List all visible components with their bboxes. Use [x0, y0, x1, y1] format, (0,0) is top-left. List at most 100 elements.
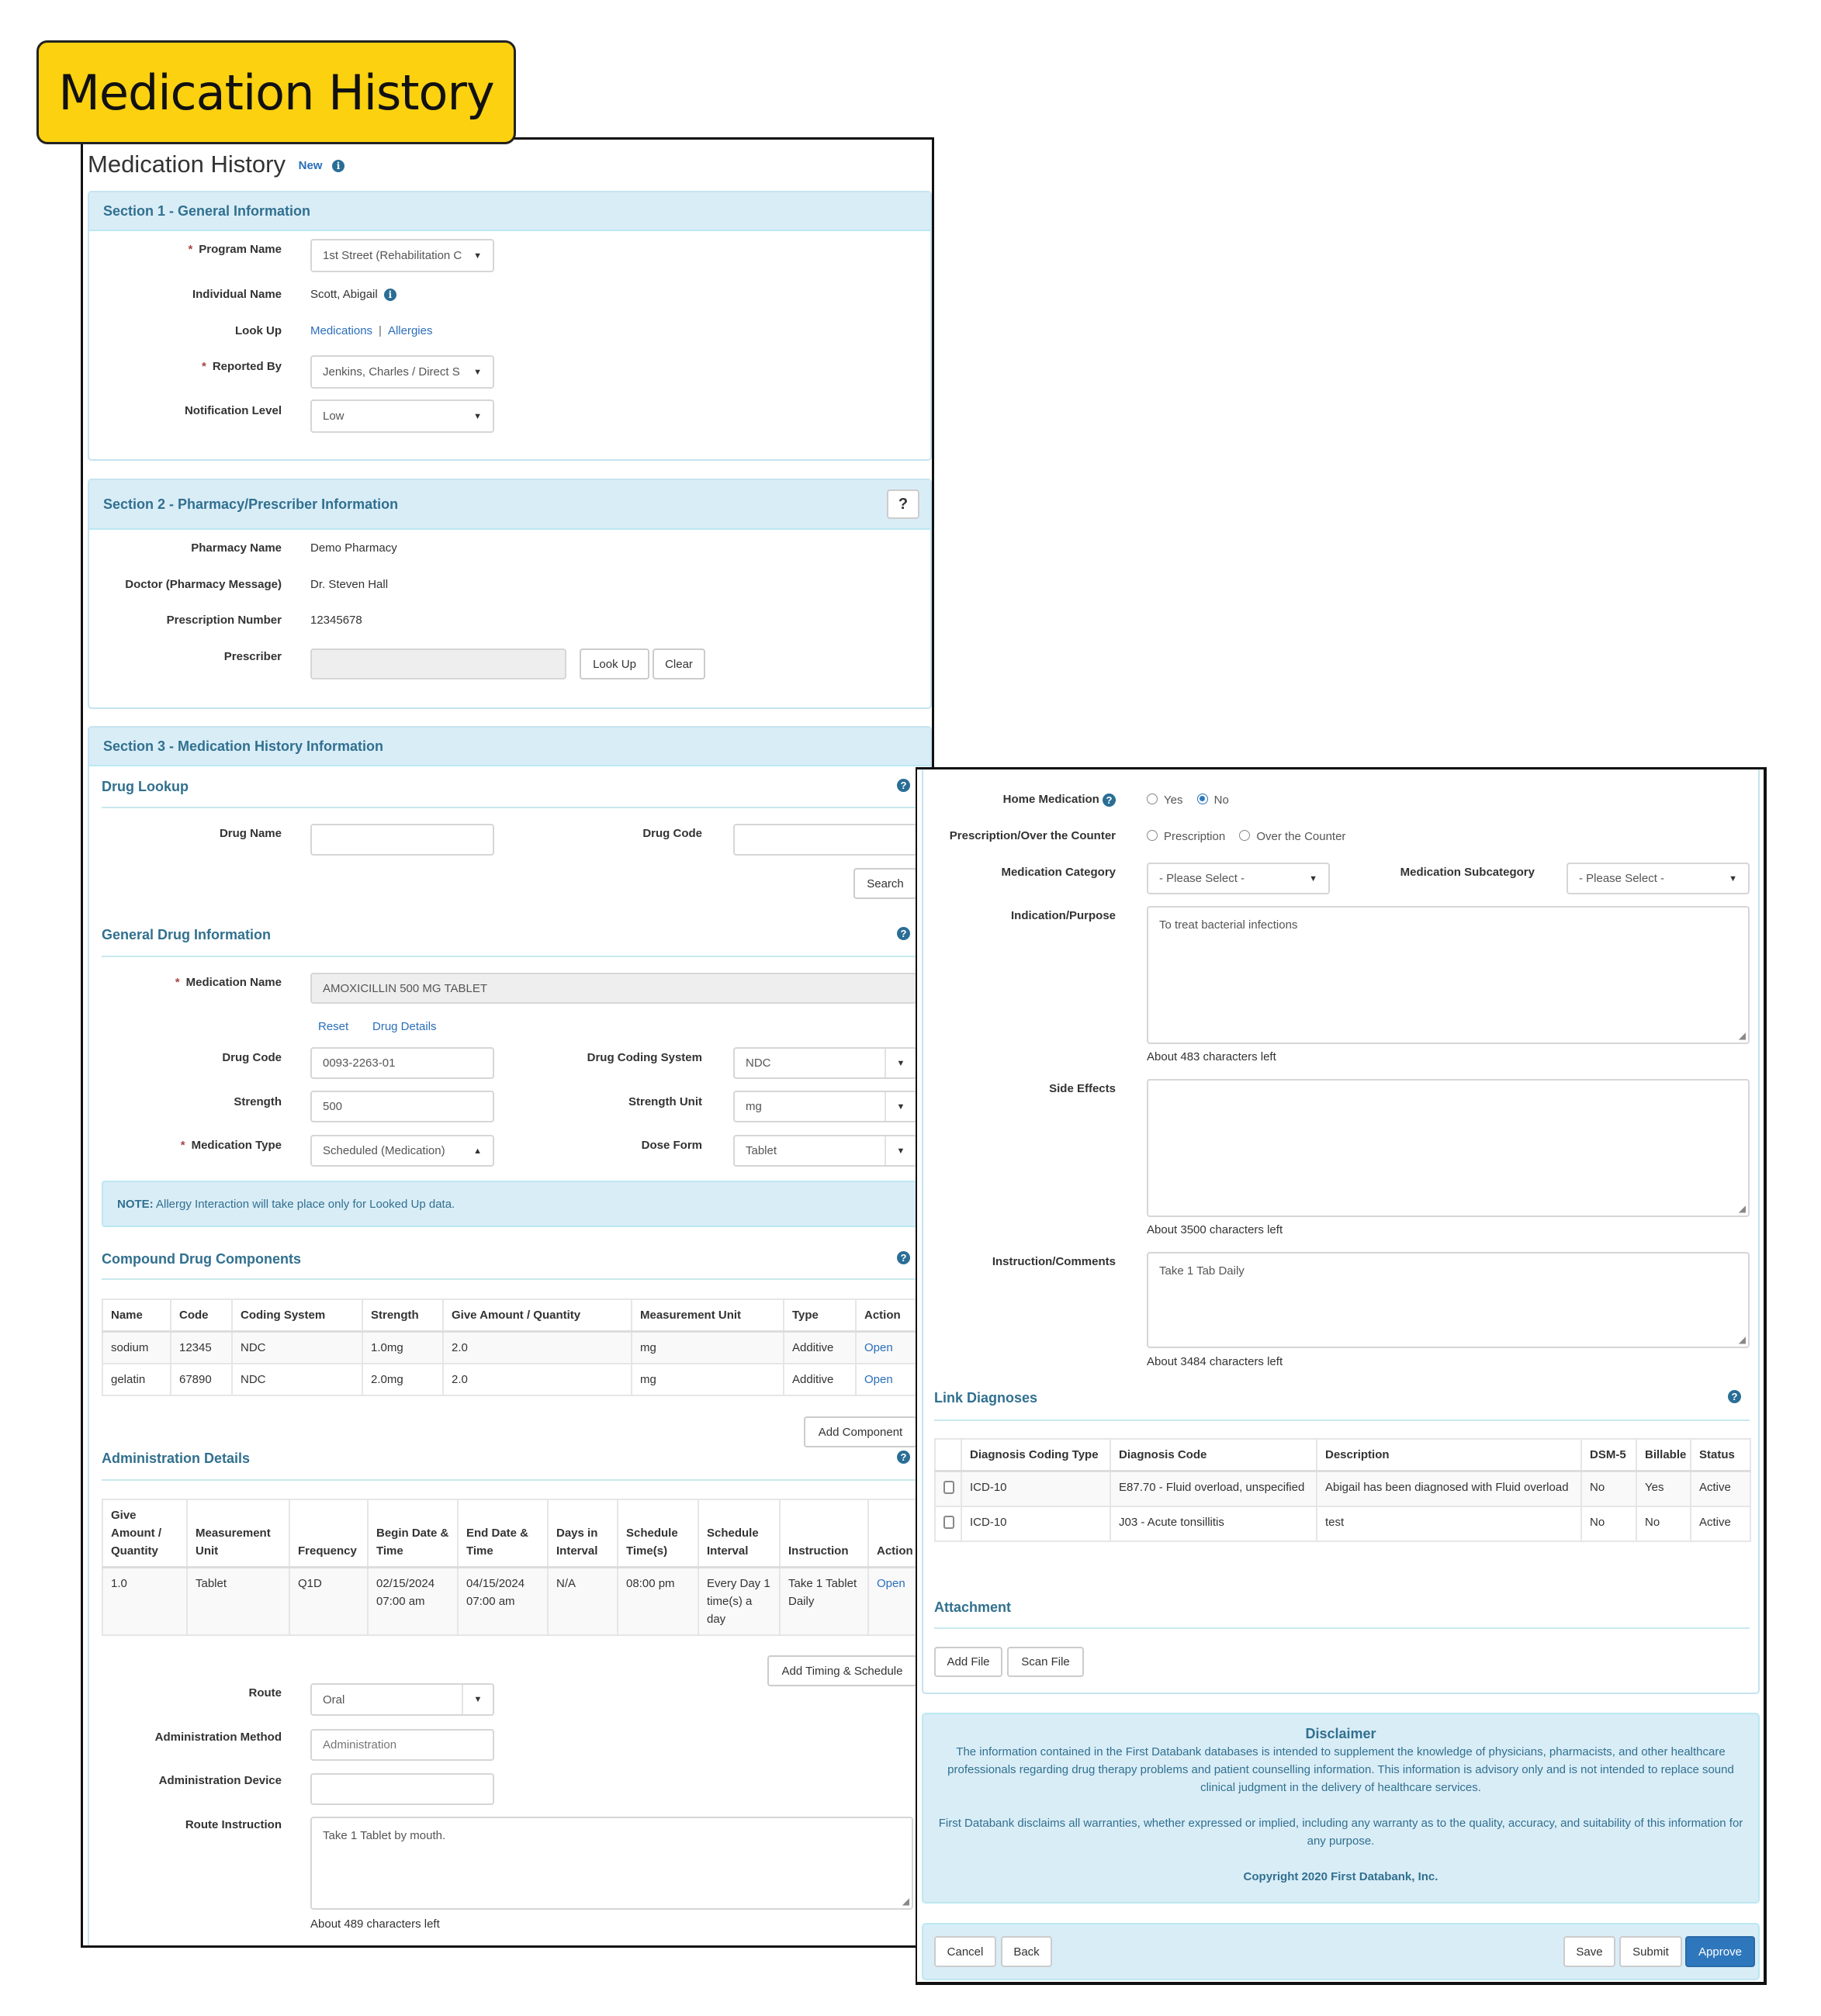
link-diagnoses-help[interactable]: ?: [1728, 1390, 1741, 1404]
open-link[interactable]: Open: [855, 1330, 924, 1364]
column-header: Give Amount / Quantity: [102, 1499, 188, 1568]
table-cell: ICD-10: [961, 1470, 1111, 1507]
resize-grip-icon[interactable]: ◢: [1739, 1203, 1746, 1214]
cancel-button[interactable]: Cancel: [934, 1936, 996, 1967]
medication-type-select[interactable]: Scheduled (Medication) ▲: [310, 1135, 494, 1167]
doctor-value: Dr. Steven Hall: [310, 578, 389, 591]
route-instruction-hint: About 489 characters left: [310, 1917, 440, 1931]
column-header: Status: [1690, 1438, 1751, 1472]
caret-up-icon: ▲: [473, 1146, 482, 1156]
question-circle-icon[interactable]: ?: [1103, 793, 1116, 807]
column-header: Days in Interval: [547, 1499, 618, 1568]
info-icon[interactable]: i: [383, 289, 396, 302]
row-checkbox[interactable]: [943, 1516, 954, 1529]
resize-grip-icon[interactable]: ◢: [1739, 1030, 1746, 1041]
look-up-label: Look Up: [235, 324, 282, 337]
reported-by-label: * Reported By: [201, 360, 282, 373]
section-1-panel: Section 1 - General Information: [88, 191, 932, 461]
prescriber-clear-button[interactable]: Clear: [653, 648, 705, 679]
table-header-row: Name Code Coding System Strength Give Amount…: [102, 1298, 924, 1333]
prescriber-input[interactable]: [310, 648, 566, 679]
administration-table: Give Amount / Quantity Measurement Unit Fr…: [102, 1499, 924, 1636]
compound-help[interactable]: ?: [897, 1251, 910, 1265]
reported-by-select[interactable]: Jenkins, Charles / Direct S ▼: [310, 355, 494, 389]
table-cell: 04/15/2024 07:00 am: [457, 1566, 549, 1636]
general-drug-info-help[interactable]: ?: [897, 927, 910, 941]
divider: [102, 1479, 923, 1481]
otc-radio[interactable]: [1239, 830, 1251, 842]
side-effects-textarea[interactable]: ◢: [1147, 1079, 1750, 1217]
question-circle-icon: ?: [1728, 1390, 1741, 1404]
table-cell: Active: [1690, 1470, 1751, 1507]
open-link[interactable]: Open: [855, 1363, 924, 1396]
program-name-select[interactable]: 1st Street (Rehabilitation C ▼: [310, 239, 494, 272]
row-select-cell: [934, 1470, 962, 1507]
submit-button[interactable]: Submit: [1619, 1936, 1682, 1967]
drug-coding-system-select[interactable]: NDC ▼: [733, 1047, 917, 1079]
back-button[interactable]: Back: [1001, 1936, 1052, 1967]
link-diagnoses-heading: Link Diagnoses: [934, 1390, 1038, 1406]
table-cell: mg: [631, 1330, 784, 1364]
home-med-yes-radio[interactable]: [1147, 794, 1158, 805]
prescriber-lookup-button[interactable]: Look Up: [580, 648, 649, 679]
prescription-radio[interactable]: [1147, 830, 1158, 842]
left-screen: Medication History New i Section 1 - Gen…: [81, 137, 934, 1948]
allergy-note: NOTE: Allergy Interaction will take plac…: [102, 1181, 923, 1227]
drug-name-input[interactable]: [310, 824, 494, 856]
drug-code-lookup-input[interactable]: [733, 824, 917, 856]
administration-help[interactable]: ?: [897, 1451, 910, 1464]
notification-level-select[interactable]: Low ▼: [310, 399, 494, 433]
resize-grip-icon[interactable]: ◢: [902, 1896, 909, 1907]
strength-label: Strength: [234, 1095, 282, 1108]
drug-code-lookup-label: Drug Code: [642, 827, 702, 840]
medication-name-input[interactable]: AMOXICILLIN 500 MG TABLET: [310, 973, 917, 1004]
drug-lookup-help[interactable]: ?: [897, 779, 910, 793]
allergies-link[interactable]: Allergies: [388, 324, 433, 337]
route-select[interactable]: Oral ▼: [310, 1683, 494, 1716]
administration-device-label: Administration Device: [158, 1774, 282, 1787]
home-medication-radios: Yes No: [1147, 793, 1240, 807]
caret-down-icon: ▼: [473, 251, 482, 261]
route-instruction-textarea[interactable]: Take 1 Tablet by mouth. ◢: [310, 1817, 913, 1910]
table-row: ICD-10 J03 - Acute tonsillitis test No No Act…: [934, 1506, 1751, 1542]
drug-code-input[interactable]: 0093-2263-01: [310, 1047, 494, 1079]
approve-button[interactable]: Approve: [1685, 1936, 1755, 1967]
callout-label: Medication History: [36, 40, 516, 144]
question-circle-icon: ?: [897, 1451, 910, 1464]
indication-textarea[interactable]: To treat bacterial infections ◢: [1147, 906, 1750, 1044]
administration-device-input[interactable]: [310, 1773, 494, 1805]
instruction-textarea[interactable]: Take 1 Tab Daily ◢: [1147, 1252, 1750, 1348]
search-button[interactable]: Search: [853, 868, 917, 899]
question-circle-icon: ?: [897, 927, 910, 941]
dose-form-select[interactable]: Tablet ▼: [733, 1135, 917, 1167]
table-cell: 2.0: [442, 1330, 632, 1364]
strength-unit-select[interactable]: mg ▼: [733, 1091, 917, 1122]
add-file-button[interactable]: Add File: [934, 1647, 1002, 1677]
table-cell: mg: [631, 1363, 784, 1396]
save-button[interactable]: Save: [1563, 1936, 1615, 1967]
medications-link[interactable]: Medications: [310, 324, 372, 337]
scan-file-button[interactable]: Scan File: [1007, 1647, 1084, 1677]
column-header: Measurement Unit: [631, 1298, 784, 1333]
table-cell: NDC: [231, 1363, 363, 1396]
info-icon[interactable]: i: [332, 159, 345, 172]
drug-coding-system-label: Drug Coding System: [587, 1051, 702, 1064]
resize-grip-icon[interactable]: ◢: [1739, 1334, 1746, 1345]
column-header: Begin Date & Time: [367, 1499, 459, 1568]
drug-details-link[interactable]: Drug Details: [372, 1020, 437, 1033]
pharmacy-name-value: Demo Pharmacy: [310, 541, 397, 555]
medication-category-select[interactable]: - Please Select - ▼: [1147, 863, 1330, 894]
column-header: Code: [170, 1298, 233, 1333]
divider: [934, 1627, 1750, 1629]
medication-subcategory-select[interactable]: - Please Select - ▼: [1567, 863, 1750, 894]
row-checkbox[interactable]: [943, 1481, 954, 1494]
home-med-no-radio[interactable]: [1196, 794, 1208, 805]
divider: [102, 956, 923, 957]
medication-type-label: * Medication Type: [180, 1139, 282, 1152]
add-timing-schedule-button[interactable]: Add Timing & Schedule: [767, 1655, 917, 1686]
administration-method-input[interactable]: [310, 1729, 494, 1761]
section-2-help-button[interactable]: ?: [887, 489, 919, 519]
strength-input[interactable]: 500: [310, 1091, 494, 1122]
reset-link[interactable]: Reset: [318, 1020, 348, 1033]
add-component-button[interactable]: Add Component: [804, 1416, 917, 1447]
